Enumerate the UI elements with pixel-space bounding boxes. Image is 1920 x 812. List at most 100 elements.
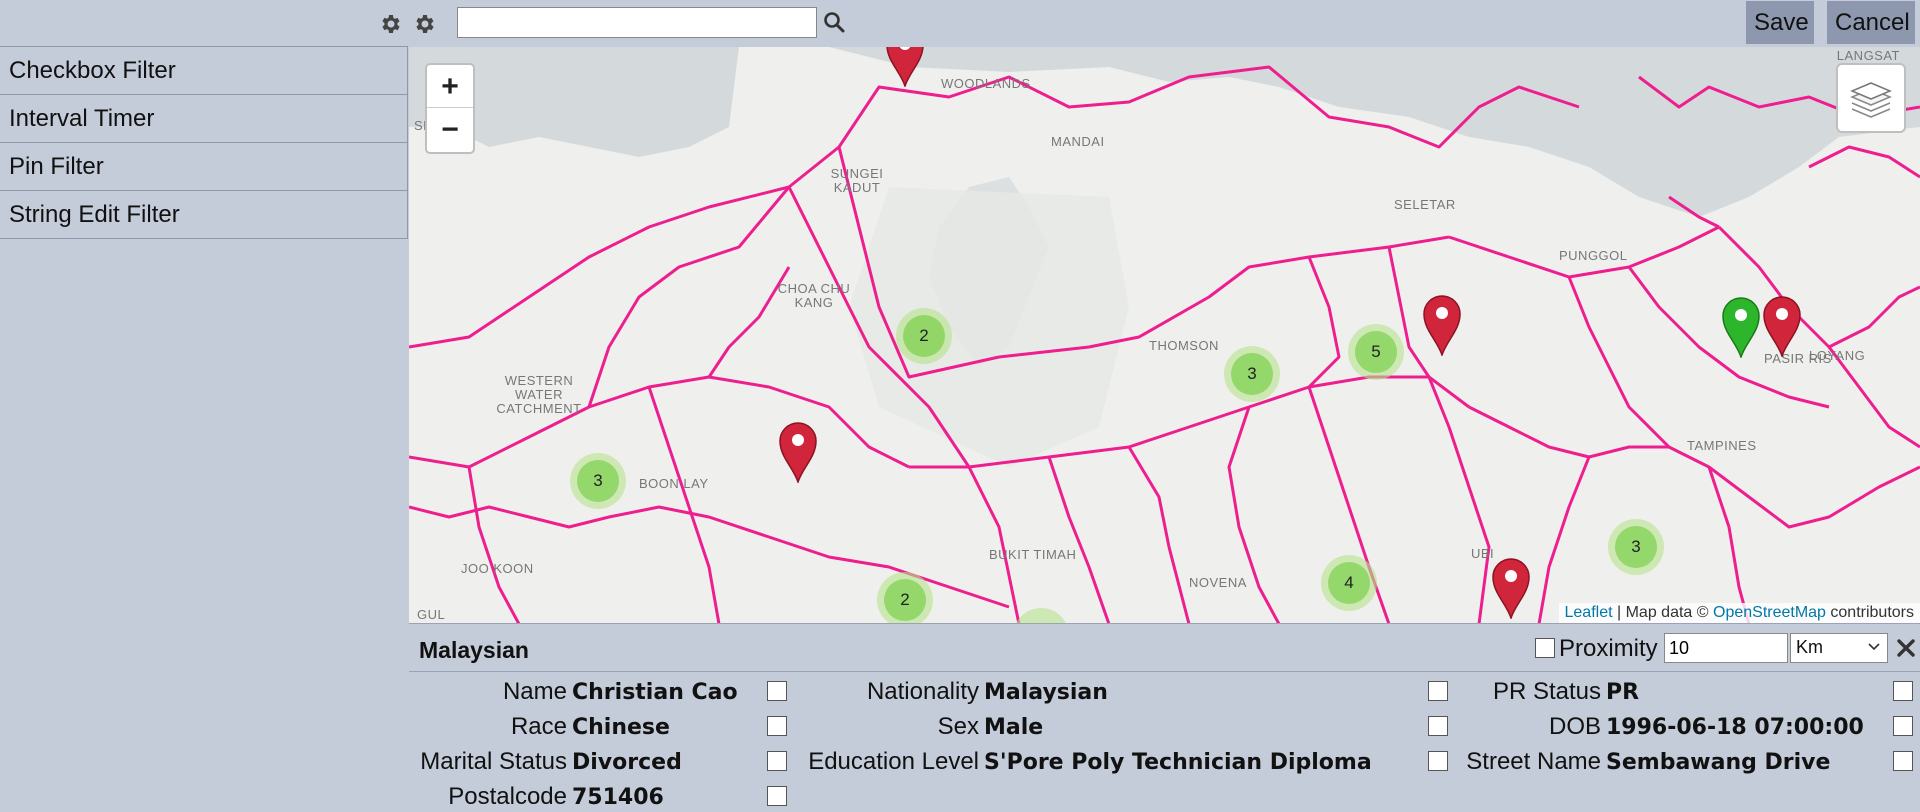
save-button[interactable]: Save — [1746, 1, 1814, 44]
map-label: SELETAR — [1394, 197, 1456, 212]
field-value: S'Pore Poly Technician Diploma — [984, 750, 1372, 775]
map-label: THOMSON — [1149, 338, 1219, 353]
cluster-count: 3 — [577, 460, 619, 502]
field-checkbox[interactable] — [767, 681, 787, 701]
field-checkbox[interactable] — [767, 716, 787, 736]
field-label: DOB — [1548, 713, 1601, 740]
proximity-unit-select[interactable]: Km — [1790, 633, 1888, 663]
field-value: Chinese — [572, 715, 670, 740]
field-value: Malaysian — [984, 680, 1108, 705]
sidebar-item-interval-timer[interactable]: Interval Timer — [0, 95, 408, 143]
attribution-text: contributors — [1830, 604, 1914, 621]
map-label: TAMPINES — [1687, 438, 1757, 453]
zoom-control: + − — [425, 63, 475, 154]
map-pin-green[interactable] — [1721, 296, 1761, 358]
field-value: 751406 — [572, 785, 664, 810]
cluster-count: 2 — [903, 315, 945, 357]
sidebar-header — [0, 0, 408, 47]
map-label: WESTERN WATER CATCHMENT — [496, 373, 582, 416]
field-postalcode: Postalcode 751406 — [409, 783, 664, 812]
info-panel-header: Malaysian Proximity Km — [409, 625, 1920, 672]
map-label: SUNGEI KADUT — [830, 166, 884, 195]
cluster-count: 4 — [1328, 562, 1370, 604]
field-value: 1996-06-18 07:00:00 — [1606, 715, 1864, 740]
map-label: BUKIT TIMAH — [989, 547, 1077, 562]
sidebar-item-string-edit-filter[interactable]: String Edit Filter — [0, 191, 408, 239]
chevron-down-icon — [1868, 643, 1880, 651]
gear-icon[interactable] — [412, 12, 436, 36]
cluster-count: 3 — [1615, 526, 1657, 568]
field-value: Sembawang Drive — [1606, 750, 1831, 775]
cancel-button[interactable]: Cancel — [1827, 1, 1915, 44]
marker-cluster[interactable]: 2 — [896, 308, 952, 364]
search-icon[interactable] — [822, 10, 846, 34]
field-checkbox[interactable] — [1893, 751, 1913, 771]
panel-title: Malaysian — [419, 637, 529, 663]
map-label: BOON LAY — [639, 476, 709, 491]
cluster-count: 3 — [1231, 353, 1273, 395]
map-attribution: Leaflet | Map data © OpenStreetMap contr… — [1558, 603, 1920, 623]
map-label: GUL — [417, 607, 446, 622]
marker-cluster[interactable]: 5 — [1348, 324, 1404, 380]
cluster-count: 2 — [884, 579, 926, 621]
osm-link[interactable]: OpenStreetMap — [1713, 604, 1826, 621]
sidebar-item-pin-filter[interactable]: Pin Filter — [0, 143, 408, 191]
field-value: Male — [984, 715, 1044, 740]
marker-cluster[interactable]: 3 — [1608, 519, 1664, 575]
field-label: Street Name — [1466, 748, 1601, 775]
layers-icon — [1850, 82, 1892, 118]
map-label: CHOA CHU KANG — [777, 281, 851, 310]
field-checkbox[interactable] — [1428, 716, 1448, 736]
search-input[interactable] — [457, 7, 817, 38]
marker-cluster[interactable]: 3 — [1224, 346, 1280, 402]
map-view[interactable]: LANGSAT WOODLANDS SUNGEI KADUT SELETAR P… — [409, 47, 1920, 624]
proximity-checkbox[interactable] — [1535, 638, 1555, 658]
map-base — [409, 47, 1920, 623]
map-pin-red[interactable] — [1491, 557, 1531, 619]
field-label: Sex — [937, 713, 979, 740]
field-nationality: Nationality Malaysian — [800, 678, 1108, 712]
field-label: Marital Status — [420, 748, 567, 775]
proximity-label: Proximity — [1559, 635, 1658, 662]
field-dob: DOB 1996-06-18 07:00:00 — [1460, 713, 1864, 747]
map-pin-red[interactable] — [778, 421, 818, 483]
field-sex: Sex Male — [800, 713, 1044, 747]
field-checkbox[interactable] — [767, 786, 787, 806]
field-education-level: Education Level S'Pore Poly Technician Di… — [800, 748, 1372, 782]
field-checkbox[interactable] — [1428, 751, 1448, 771]
filter-sidebar: Checkbox Filter Interval Timer Pin Filte… — [0, 0, 408, 812]
field-label: Nationality — [866, 678, 979, 705]
map-label: LANGSAT — [1836, 48, 1900, 63]
map-pin-red[interactable] — [1422, 294, 1462, 356]
field-label: PR Status — [1492, 678, 1601, 705]
gear-icon[interactable] — [378, 12, 402, 36]
field-street-name: Street Name Sembawang Drive — [1460, 748, 1830, 782]
field-checkbox[interactable] — [1428, 681, 1448, 701]
close-icon[interactable] — [1895, 637, 1917, 659]
marker-cluster[interactable]: 2 — [877, 572, 933, 623]
map-label: NOVENA — [1189, 575, 1247, 590]
layers-button[interactable] — [1836, 63, 1906, 133]
field-marital-status: Marital Status Divorced — [409, 748, 682, 782]
zoom-in-button[interactable]: + — [427, 65, 473, 108]
field-name: Name Christian Cao — [409, 678, 738, 712]
field-checkbox[interactable] — [767, 751, 787, 771]
proximity-input[interactable] — [1664, 633, 1788, 663]
zoom-out-button[interactable]: − — [427, 108, 473, 151]
field-checkbox[interactable] — [1893, 681, 1913, 701]
marker-cluster[interactable]: 3 — [570, 453, 626, 509]
map-label: MANDAI — [1051, 134, 1105, 149]
field-value: Christian Cao — [572, 680, 738, 705]
field-checkbox[interactable] — [1893, 716, 1913, 736]
map-pin-red[interactable] — [1762, 295, 1802, 357]
leaflet-link[interactable]: Leaflet — [1565, 604, 1613, 621]
field-pr-status: PR Status PR — [1460, 678, 1639, 712]
proximity-unit-value: Km — [1796, 637, 1823, 657]
attribution-text: | Map data © — [1617, 604, 1709, 621]
map-pin-red[interactable] — [885, 47, 925, 87]
marker-cluster[interactable]: 4 — [1321, 555, 1377, 611]
map-label: PUNGGOL — [1559, 248, 1628, 263]
field-label: Education Level — [808, 748, 979, 775]
sidebar-item-checkbox-filter[interactable]: Checkbox Filter — [0, 47, 408, 95]
field-label: Race — [510, 713, 567, 740]
